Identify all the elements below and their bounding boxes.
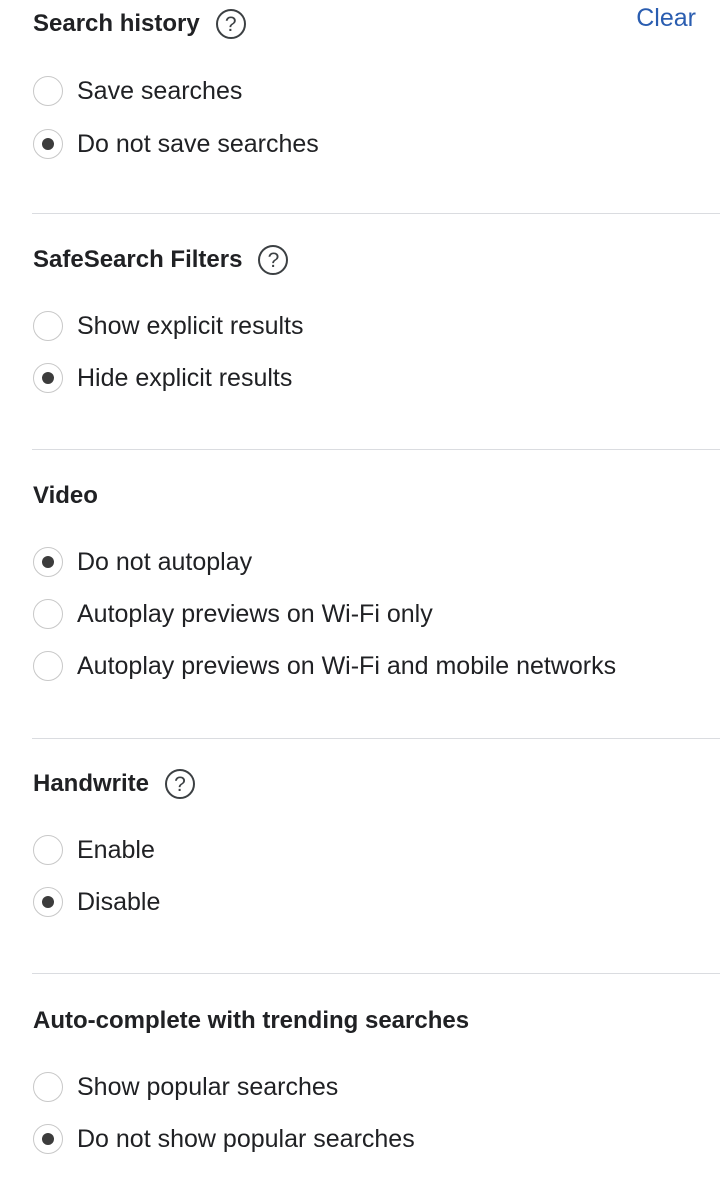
option-do-not-autoplay[interactable]: Do not autoplay bbox=[33, 542, 252, 582]
radio-disable-handwrite[interactable] bbox=[33, 887, 63, 917]
option-label: Do not autoplay bbox=[77, 547, 253, 576]
option-label: Save searches bbox=[77, 76, 243, 105]
option-disable-handwrite[interactable]: Disable bbox=[33, 882, 160, 922]
safesearch-header: SafeSearch Filters ? bbox=[33, 240, 289, 280]
option-enable-handwrite[interactable]: Enable bbox=[33, 830, 155, 870]
search-history-title: Search history bbox=[33, 10, 200, 37]
divider bbox=[32, 449, 720, 450]
radio-show-explicit-results[interactable] bbox=[33, 311, 63, 341]
divider bbox=[32, 213, 720, 214]
option-do-not-show-popular-searches[interactable]: Do not show popular searches bbox=[33, 1119, 415, 1159]
handwrite-title: Handwrite bbox=[33, 770, 150, 797]
option-label: Do not show popular searches bbox=[77, 1124, 415, 1153]
option-hide-explicit-results[interactable]: Hide explicit results bbox=[33, 358, 292, 398]
option-show-explicit-results[interactable]: Show explicit results bbox=[33, 306, 303, 346]
option-autoplay-wifi-and-mobile[interactable]: Autoplay previews on Wi-Fi and mobile ne… bbox=[33, 646, 616, 686]
option-autoplay-wifi-only[interactable]: Autoplay previews on Wi-Fi only bbox=[33, 594, 433, 634]
radio-show-popular-searches[interactable] bbox=[33, 1072, 63, 1102]
option-label: Do not save searches bbox=[77, 129, 319, 158]
clear-history-link[interactable]: Clear bbox=[636, 4, 696, 33]
video-title: Video bbox=[33, 482, 98, 509]
help-icon[interactable]: ? bbox=[215, 9, 246, 39]
option-label: Autoplay previews on Wi-Fi and mobile ne… bbox=[77, 651, 617, 680]
option-label: Show popular searches bbox=[77, 1072, 339, 1101]
option-label: Enable bbox=[77, 835, 155, 864]
radio-hide-explicit-results[interactable] bbox=[33, 363, 63, 393]
radio-do-not-save-searches[interactable] bbox=[33, 129, 63, 159]
option-save-searches[interactable]: Save searches bbox=[33, 71, 242, 111]
search-history-header: Search history ? bbox=[33, 4, 246, 44]
radio-do-not-show-popular-searches[interactable] bbox=[33, 1124, 63, 1154]
option-label: Autoplay previews on Wi-Fi only bbox=[77, 599, 433, 628]
handwrite-header: Handwrite ? bbox=[33, 764, 196, 804]
autocomplete-title: Auto-complete with trending searches bbox=[33, 1007, 470, 1034]
divider bbox=[32, 738, 720, 739]
radio-save-searches[interactable] bbox=[33, 76, 63, 106]
autocomplete-header: Auto-complete with trending searches bbox=[33, 1001, 469, 1041]
option-label: Hide explicit results bbox=[77, 363, 293, 392]
divider bbox=[32, 973, 720, 974]
radio-autoplay-wifi-only[interactable] bbox=[33, 599, 63, 629]
video-header: Video bbox=[33, 476, 98, 516]
radio-do-not-autoplay[interactable] bbox=[33, 547, 63, 577]
option-show-popular-searches[interactable]: Show popular searches bbox=[33, 1067, 338, 1107]
radio-autoplay-wifi-and-mobile[interactable] bbox=[33, 651, 63, 681]
option-label: Show explicit results bbox=[77, 311, 304, 340]
help-icon[interactable]: ? bbox=[258, 245, 289, 275]
radio-enable-handwrite[interactable] bbox=[33, 835, 63, 865]
option-label: Disable bbox=[77, 887, 161, 916]
safesearch-title: SafeSearch Filters bbox=[33, 246, 243, 273]
help-icon[interactable]: ? bbox=[165, 769, 196, 799]
option-do-not-save-searches[interactable]: Do not save searches bbox=[33, 124, 319, 164]
